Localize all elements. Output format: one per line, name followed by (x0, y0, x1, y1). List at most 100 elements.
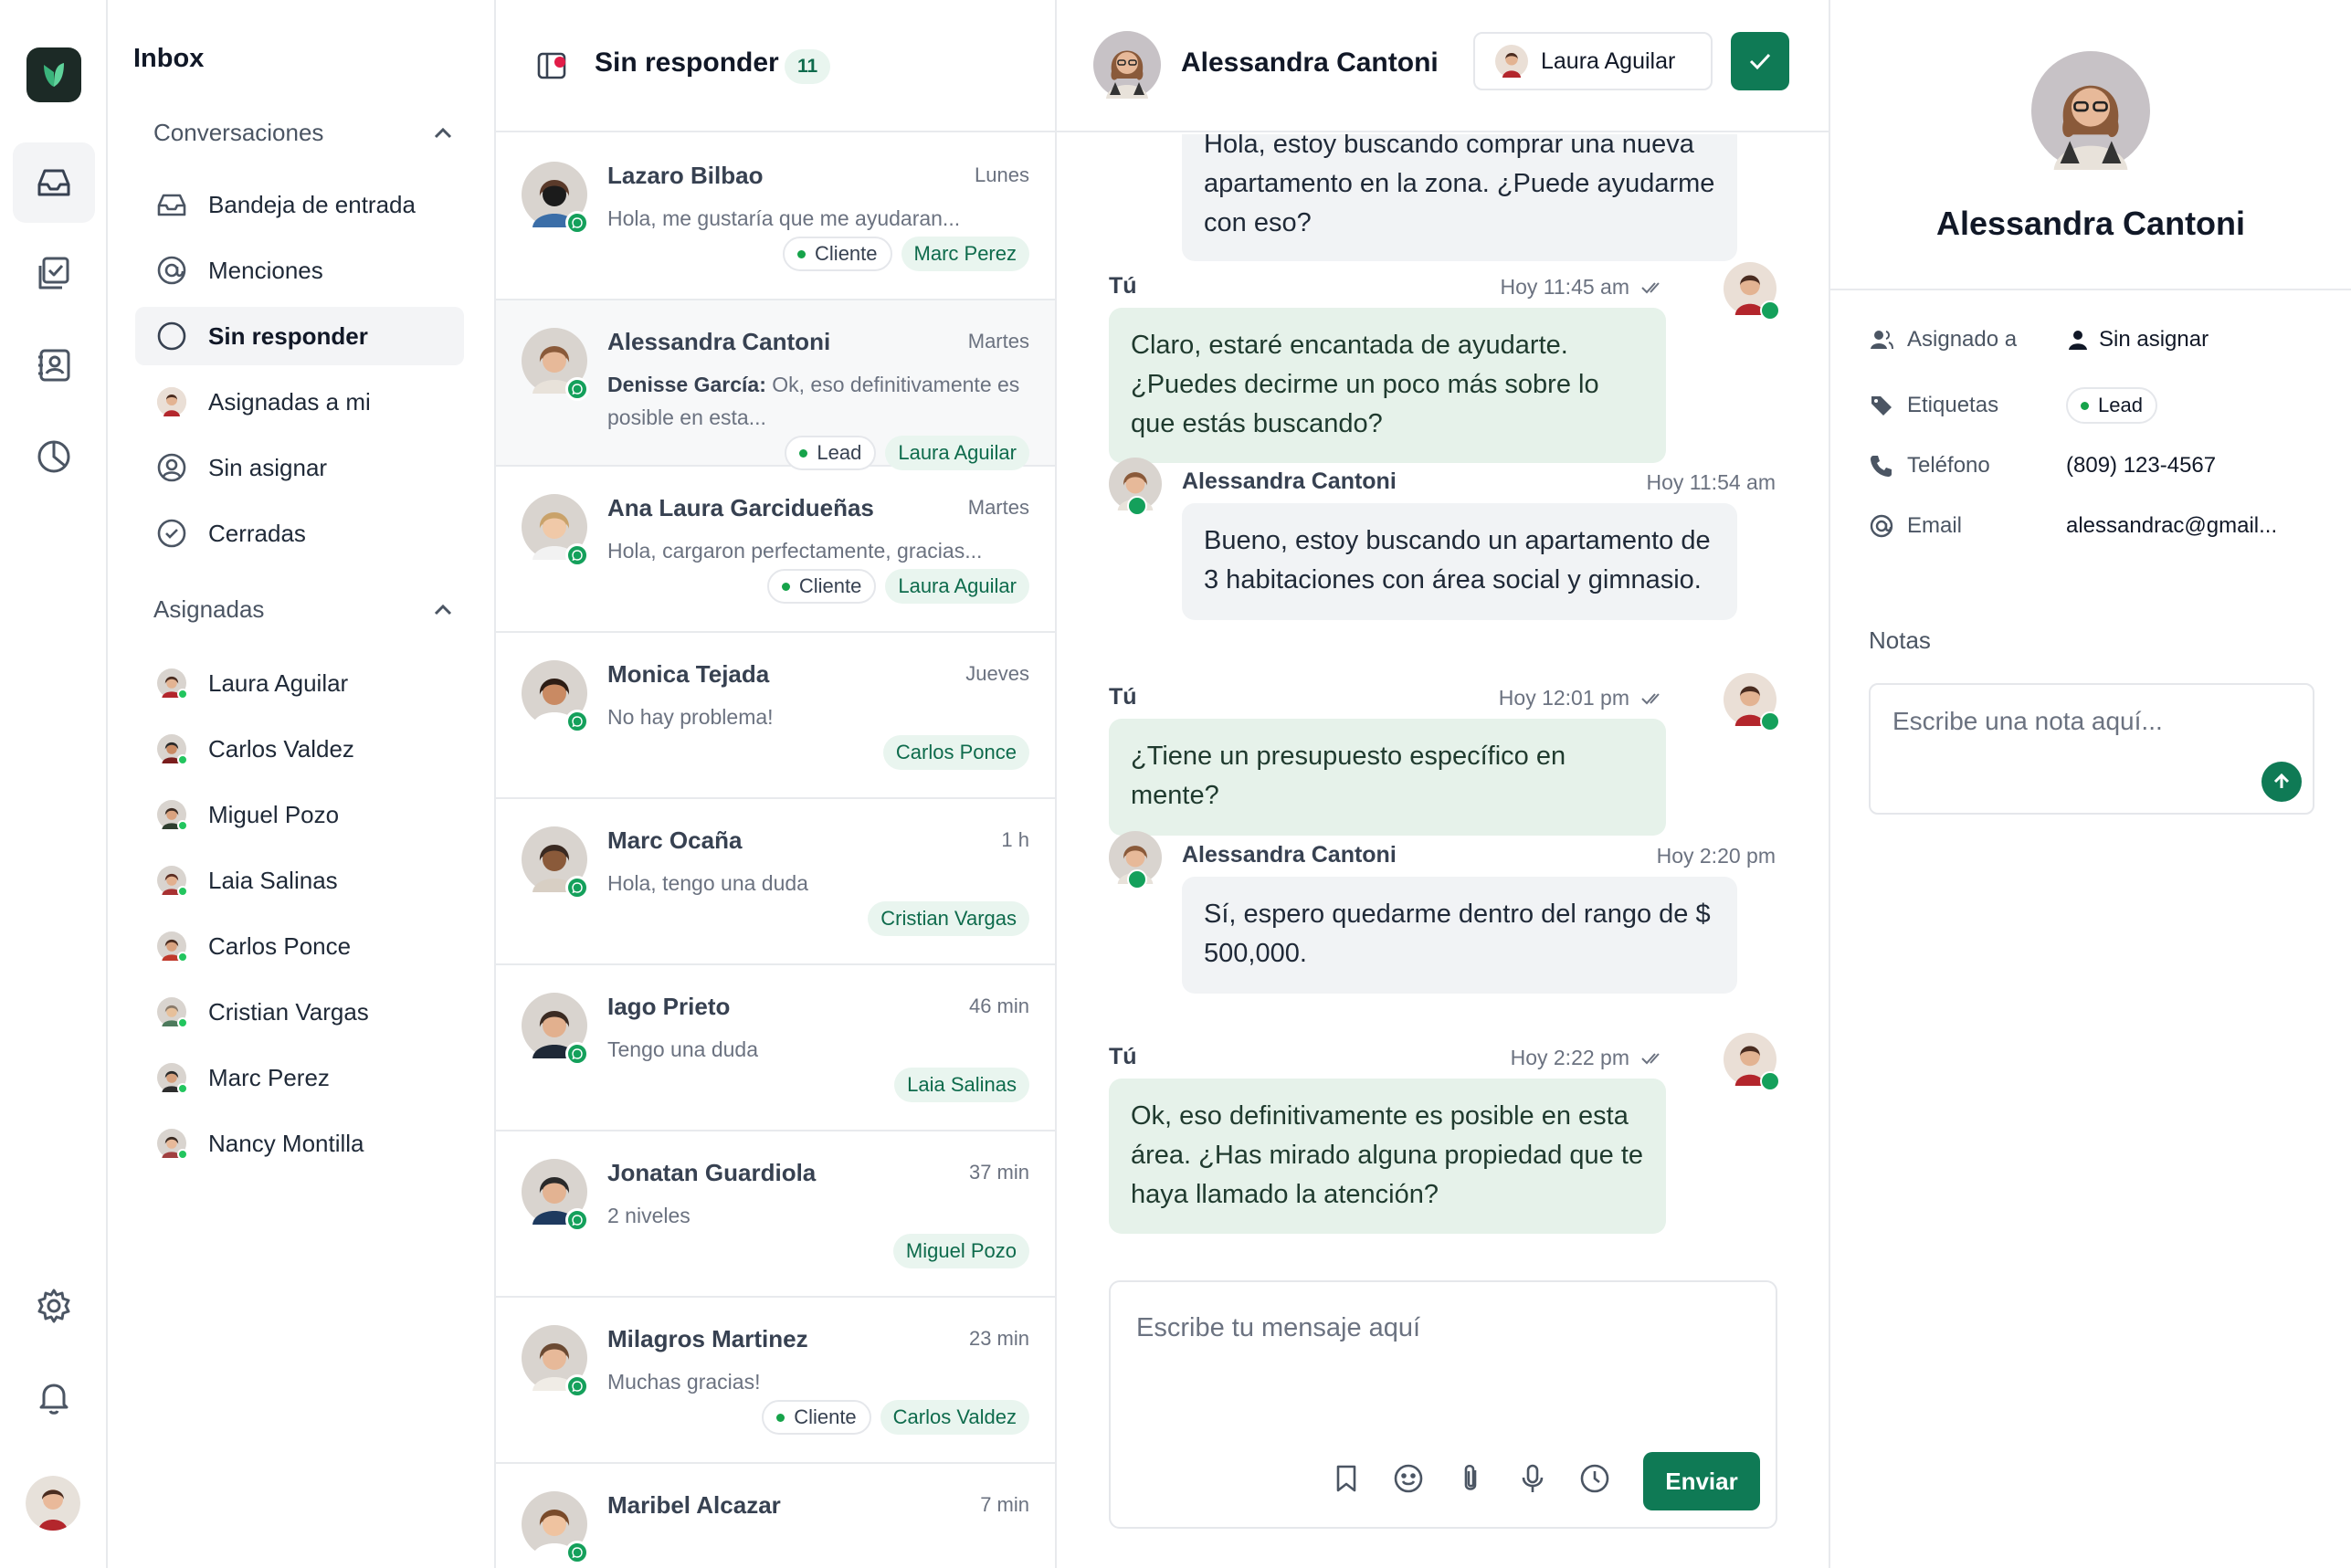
conversation-item[interactable]: Jonatan Guardiola 37 min 2 niveles Miguel… (496, 1131, 1055, 1298)
reports-icon[interactable] (13, 416, 95, 497)
message-preview: 2 niveles (607, 1199, 1028, 1232)
bookmark-icon[interactable] (1328, 1460, 1365, 1497)
agent-tag[interactable]: Laia Salinas (894, 1068, 1029, 1102)
arrow-up-icon[interactable] (2261, 762, 2302, 802)
conversation-list: Sin responder 11 Lazaro Bilbao Lunes Hol… (496, 0, 1057, 1568)
phone-value[interactable]: (809) 123-4567 (2066, 453, 2216, 479)
paperclip-icon[interactable] (1452, 1460, 1489, 1497)
conversation-item[interactable]: Milagros Martinez 23 min Muchas gracias!… (496, 1298, 1055, 1464)
nav-agent-item[interactable]: Laura Aguilar (135, 654, 464, 712)
email-value[interactable]: alessandrac@gmail... (2066, 513, 2277, 539)
nav-agent-item[interactable]: Cristian Vargas (135, 983, 464, 1041)
nav-agent-item[interactable]: Miguel Pozo (135, 785, 464, 844)
agent-tag[interactable]: Carlos Ponce (882, 735, 1029, 770)
message-thread[interactable]: Hola, estoy buscando comprar una nueva a… (1057, 134, 1829, 1280)
label-tag[interactable]: Cliente (783, 237, 892, 271)
composer-placeholder: Escribe tu mensaje aquí (1136, 1313, 1421, 1342)
inbox-icon[interactable] (13, 142, 95, 223)
nav-item-label: Cerradas (208, 519, 306, 547)
message-time: Hoy 12:01 pm (1499, 686, 1666, 710)
whatsapp-icon (1127, 496, 1147, 516)
nav-agent-item[interactable]: Nancy Montilla (135, 1114, 464, 1173)
user-avatar[interactable] (26, 1476, 80, 1531)
lead-tag[interactable]: Lead (2066, 387, 2157, 424)
nav-item-menciones[interactable]: Menciones (135, 241, 464, 300)
agent-tag[interactable]: Carlos Valdez (880, 1400, 1029, 1435)
conversation-item[interactable]: Alessandra Cantoni Martes Denisse García… (496, 300, 1055, 470)
bell-icon[interactable] (13, 1357, 95, 1437)
online-dot (177, 689, 188, 700)
whatsapp-icon (1127, 869, 1147, 889)
conversation-time: 1 h (1001, 828, 1029, 851)
message-composer[interactable]: Escribe tu mensaje aquí Enviar (1109, 1280, 1777, 1529)
conversation-item[interactable]: Maribel Alcazar 7 min (496, 1464, 1055, 1568)
online-dot (177, 1017, 188, 1028)
agent-tag[interactable]: Miguel Pozo (892, 1234, 1029, 1268)
message-time-text: Hoy 2:22 pm (1510, 1046, 1629, 1069)
outgoing-message: Claro, estaré encantada de ayudarte. ¿Pu… (1109, 308, 1666, 463)
inbox-nav: Inbox Conversaciones Bandeja de entrada … (108, 0, 496, 1568)
tasks-icon[interactable] (13, 234, 95, 314)
whatsapp-icon (1760, 711, 1780, 731)
nav-item-bandeja[interactable]: Bandeja de entrada (135, 175, 464, 234)
conversation-item[interactable]: Iago Prieto 46 min Tengo una duda Laia Sa… (496, 965, 1055, 1131)
label-tag[interactable]: Cliente (762, 1400, 871, 1435)
icon-rail (0, 0, 108, 1568)
nav-item-label: Asignadas a mi (208, 387, 371, 416)
label-tag[interactable]: Cliente (766, 569, 877, 604)
contacts-icon[interactable] (13, 325, 95, 405)
clock-icon[interactable] (1576, 1460, 1613, 1497)
app-window: Inbox Conversaciones Bandeja de entrada … (0, 0, 2351, 1568)
emoji-icon[interactable] (1390, 1460, 1427, 1497)
whatsapp-icon (565, 543, 589, 567)
at-icon (1870, 514, 1893, 538)
agent-tag[interactable]: Marc Perez (901, 237, 1029, 271)
nav-item-sin-asignar[interactable]: Sin asignar (135, 438, 464, 497)
conversation-item[interactable]: Monica Tejada Jueves No hay problema! Car… (496, 633, 1055, 799)
agent-tag[interactable]: Cristian Vargas (868, 901, 1029, 936)
send-button[interactable]: Enviar (1643, 1452, 1760, 1510)
nav-item-asignadas-a-mi[interactable]: Asignadas a mi (135, 373, 464, 431)
whatsapp-icon (565, 1042, 589, 1066)
panel-toggle-icon[interactable] (536, 49, 569, 82)
logo-icon[interactable] (26, 47, 81, 102)
nav-agent-item[interactable]: Carlos Valdez (135, 720, 464, 778)
whatsapp-icon (1760, 300, 1780, 321)
nav-item-cerradas[interactable]: Cerradas (135, 504, 464, 563)
assign-agent-button[interactable]: Laura Aguilar (1473, 32, 1713, 90)
section-asignadas[interactable]: Asignadas (153, 595, 455, 624)
message-preview: Muchas gracias! (607, 1365, 1028, 1398)
chat-header: Alessandra Cantoni Laura Aguilar (1057, 0, 1829, 132)
agent-avatar (155, 1127, 188, 1160)
nav-agent-item[interactable]: Laia Salinas (135, 851, 464, 910)
nav-item-label: Sin responder (208, 321, 368, 350)
agent-tag[interactable]: Laura Aguilar (885, 569, 1029, 604)
assigned-value[interactable]: Sin asignar (2066, 327, 2209, 353)
contact-name: Ana Laura Garcidueñas (607, 494, 874, 521)
nav-item-sin-responder[interactable]: Sin responder (135, 307, 464, 365)
incoming-message: Sí, espero quedarme dentro del rango de … (1182, 877, 1737, 994)
agent-avatar (155, 930, 188, 963)
nav-item-label: Bandeja de entrada (208, 190, 416, 218)
resolve-button[interactable] (1731, 32, 1789, 90)
nav-agent-item[interactable]: Marc Perez (135, 1048, 464, 1107)
check-circle-icon (155, 517, 188, 550)
contact-name: Monica Tejada (607, 660, 770, 688)
whatsapp-icon (565, 377, 589, 401)
notes-input[interactable]: Escribe una nota aquí... (1869, 683, 2314, 815)
agent-tag[interactable]: Laura Aguilar (885, 436, 1029, 470)
whatsapp-icon (565, 211, 589, 235)
double-check-icon (1629, 279, 1666, 296)
message-time-text: Hoy 11:54 am (1646, 470, 1776, 494)
label-tag[interactable]: Lead (785, 436, 877, 470)
microphone-icon[interactable] (1514, 1460, 1551, 1497)
nav-agent-label: Laura Aguilar (208, 668, 349, 697)
nav-agent-item[interactable]: Carlos Ponce (135, 917, 464, 975)
message-preview: Hola, cargaron perfectamente, gracias... (607, 534, 1028, 567)
conversation-item[interactable]: Marc Ocaña 1 h Hola, tengo una duda Crist… (496, 799, 1055, 965)
settings-icon[interactable] (13, 1266, 95, 1346)
section-conversaciones[interactable]: Conversaciones (153, 119, 455, 147)
email-label: Email (1907, 513, 1963, 538)
conversation-item[interactable]: Lazaro Bilbao Lunes Hola, me gustaría qu… (496, 134, 1055, 300)
conversation-item[interactable]: Ana Laura Garcidueñas Martes Hola, carga… (496, 467, 1055, 633)
